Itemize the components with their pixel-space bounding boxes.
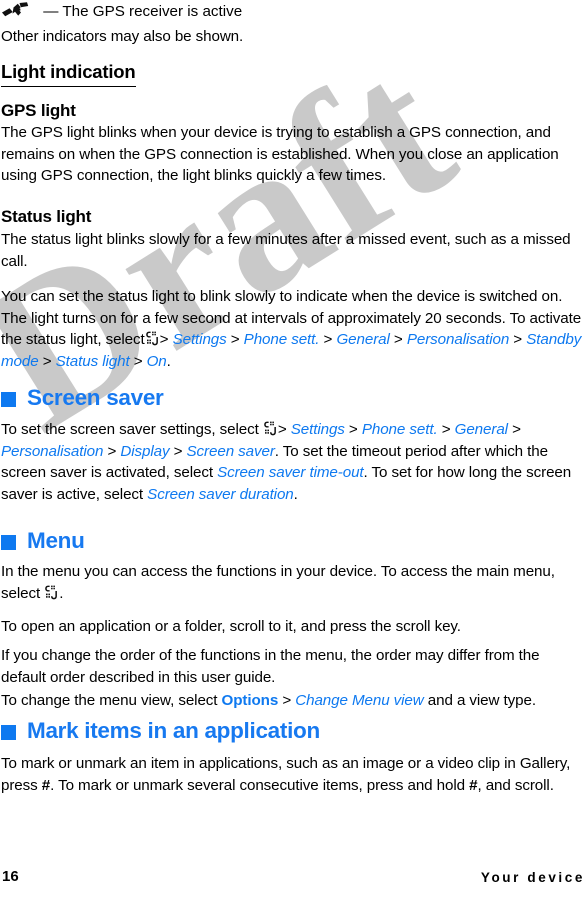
menu-paragraph-1: In the menu you can access the functions… [1,561,587,604]
ss-path-separator-6: > [173,442,183,460]
ss-path-separator-1: > [277,421,287,438]
path-separator-1: > [159,331,169,348]
path-separator-3: > [323,331,333,348]
other-indicators-text: Other indicators may also be shown. [1,28,244,45]
section-heading-mark-items: Mark items in an application [1,718,587,744]
path-separator-4: > [393,331,403,348]
screen-saver-heading-label: Screen saver [27,385,164,410]
other-indicators-note: Other indicators may also be shown. [1,26,587,48]
status-light-heading: Status light [1,207,92,226]
mark-items-part-2: . To mark or unmark several consecutive … [50,776,465,794]
footer-section-title: Your device [480,870,585,885]
link-phone-sett[interactable]: Phone sett. [362,421,438,438]
menu-para4-lead: To change the menu view, select [1,692,218,709]
path-separator-6: > [42,352,52,370]
gps-light-heading: GPS light [1,101,76,120]
mark-items-part-3: , and scroll. [477,776,554,794]
menu-grid-icon[interactable] [145,331,159,346]
light-indication-heading: Light indication [1,60,136,87]
menu-para1-lead: In the menu you can access the functions… [1,563,555,602]
link-screen-saver-time-out[interactable]: Screen saver time-out [217,464,364,481]
gps-indicator-label: — The GPS receiver is active [43,3,243,20]
screen-saver-para-lead: To set the screen saver settings, select [1,421,259,438]
status-light-heading-wrap: Status light [1,205,587,228]
mark-items-paragraph-wrap: To mark or unmark an item in application… [1,753,587,796]
menu-paragraph-2: To open an application or a folder, scro… [1,618,461,635]
link-screen-saver-duration[interactable]: Screen saver duration [147,486,294,503]
link-personalisation[interactable]: Personalisation [1,443,103,460]
menu-paragraph-1-wrap: In the menu you can access the functions… [1,561,587,604]
status-light-para2-end: . [166,352,171,370]
menu-heading-label: Menu [27,528,85,553]
link-status-light[interactable]: Status light [56,353,130,370]
key-hash-1: # [41,776,51,794]
path-separator-5: > [513,331,523,348]
link-screen-saver[interactable]: Screen saver [187,443,275,460]
menu-para4-end: and a view type. [427,692,536,709]
screen-saver-end: . [293,485,298,503]
mark-items-heading-wrap: Mark items in an application [1,718,587,744]
link-personalisation[interactable]: Personalisation [407,331,509,348]
gps-light-paragraph-wrap: The GPS light blinks when your device is… [1,122,587,187]
blue-square-bullet-icon [1,391,16,407]
link-general[interactable]: General [455,421,508,438]
ss-path-separator-3: > [441,421,451,438]
ss-path-separator-5: > [107,442,117,460]
menu-para4-separator: > [282,692,292,709]
mark-items-heading-label: Mark items in an application [27,718,320,743]
menu-heading-wrap: Menu [1,528,587,554]
gps-light-heading-wrap: GPS light [1,99,587,122]
ss-path-separator-2: > [348,421,358,438]
menu-para1-end: . [59,584,64,602]
screen-saver-paragraph-wrap: To set the screen saver settings, select… [1,419,587,505]
satellite-icon [1,2,35,18]
status-light-paragraph-2-wrap: You can set the status light to blink sl… [1,286,587,372]
blue-square-bullet-icon [1,534,16,550]
menu-grid-icon[interactable] [45,585,58,600]
gps-light-paragraph: The GPS light blinks when your device is… [1,124,559,184]
section-heading-screen-saver: Screen saver [1,385,587,411]
mark-items-paragraph: To mark or unmark an item in application… [1,753,587,796]
screen-saver-heading-wrap: Screen saver [1,385,587,411]
footer-page-number: 16 [2,868,19,885]
light-indication-heading-wrap: Light indication [1,60,587,87]
gps-indicator-row: — The GPS receiver is active [1,0,587,24]
status-light-paragraph-2: You can set the status light to blink sl… [1,286,587,372]
link-change-menu-view[interactable]: Change Menu view [295,692,424,709]
ss-path-separator-4: > [512,421,521,438]
path-separator-2: > [230,331,240,348]
menu-paragraph-2-wrap: To open an application or a folder, scro… [1,616,587,638]
blue-square-bullet-icon [1,724,16,740]
menu-grid-icon[interactable] [264,421,277,436]
path-separator-7: > [133,352,143,370]
screen-saver-paragraph: To set the screen saver settings, select… [1,419,587,505]
menu-paragraph-3: If you change the order of the functions… [1,647,540,686]
link-settings[interactable]: Settings [173,331,227,348]
link-display[interactable]: Display [120,443,169,460]
link-options[interactable]: Options [222,692,279,709]
menu-paragraph-4: To change the menu view, select Options … [1,690,587,712]
link-general[interactable]: General [336,331,389,348]
status-light-paragraph-1: The status light blinks slowly for a few… [1,231,571,270]
menu-paragraph-3-wrap: If you change the order of the functions… [1,645,587,688]
link-settings[interactable]: Settings [291,421,345,438]
link-on[interactable]: On [147,353,167,370]
link-phone-sett[interactable]: Phone sett. [244,331,320,348]
menu-paragraph-4-wrap: To change the menu view, select Options … [1,690,587,712]
user-guide-page: — The GPS receiver is active Other indic… [0,0,587,909]
section-heading-menu: Menu [1,528,587,554]
status-light-paragraph-1-wrap: The status light blinks slowly for a few… [1,229,587,272]
